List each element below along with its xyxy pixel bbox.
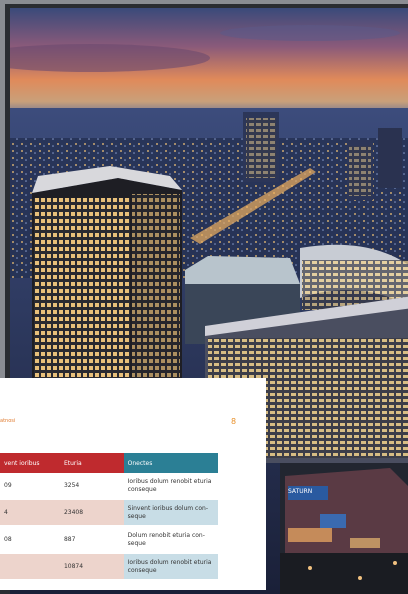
column-header: Onectes [123,453,218,473]
table-cell: Ioribus dolum renobit eturia conseque [123,473,218,500]
table-cell: Ioribus dolum renobit eturia conseque [123,553,218,581]
table-cell: 10874 [59,553,124,581]
table-cell: 3254 [59,473,124,500]
table-row: 08 887 Dolum renobit eturia con-seque [0,526,218,554]
table-cell: 09 [0,473,60,500]
table-cell: Dolum renobit eturia con-seque [123,526,218,554]
page-number: 8 [231,417,237,426]
table-header-row: vent ioribus Eturia Onectes [0,453,218,473]
table-row: 10874 Ioribus dolum renobit eturia conse… [0,553,218,581]
table-row: 4 23408 Sinvent ioribus dolum con-seque [0,499,218,527]
column-header: vent ioribus [0,453,60,473]
data-table: vent ioribus Eturia Onectes 09 3254 Iori… [0,453,218,581]
header-fragment: atnosi [0,418,16,424]
column-header: Eturia [59,453,124,473]
table-cell [0,553,60,581]
table-cell: Sinvent ioribus dolum con-seque [123,499,218,527]
table-cell: 08 [0,526,60,554]
store-sign: SATURN [288,488,313,495]
table-cell: 23408 [59,499,124,527]
table-cell: 4 [0,499,60,527]
document-page: atnosi 8 vent ioribus Eturia Onectes 09 … [0,378,266,590]
table-cell: 887 [59,526,124,554]
table-row: 09 3254 Ioribus dolum renobit eturia con… [0,473,218,500]
